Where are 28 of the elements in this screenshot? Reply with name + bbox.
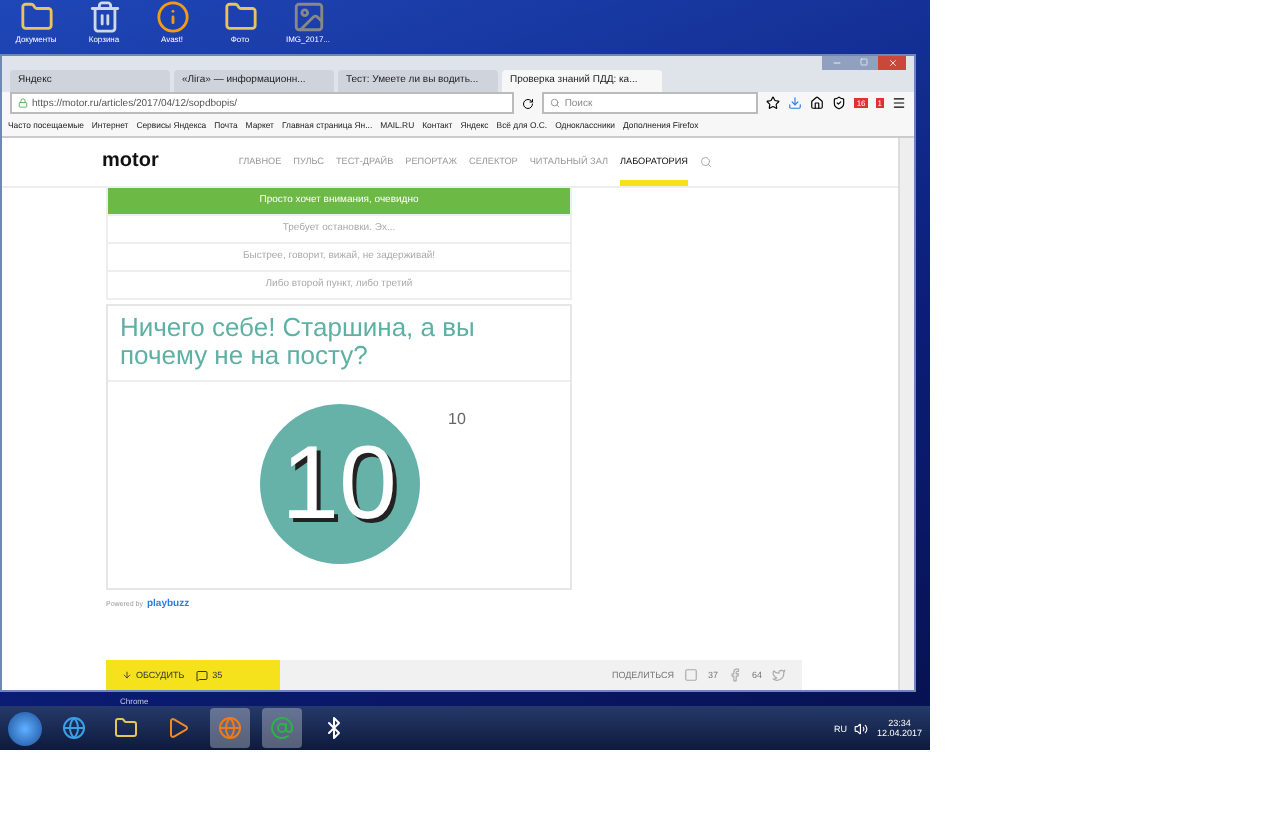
trash-icon[interactable] xyxy=(87,0,121,34)
star-icon[interactable] xyxy=(766,96,781,111)
bluetooth-icon xyxy=(322,716,346,740)
folder-icon[interactable] xyxy=(223,0,257,34)
info-icon[interactable] xyxy=(155,0,189,34)
minimize-icon xyxy=(831,57,841,68)
menu-icon[interactable] xyxy=(892,96,906,111)
reload-icon[interactable] xyxy=(522,97,535,110)
home-icon[interactable] xyxy=(810,96,825,111)
search-icon xyxy=(550,98,561,109)
scrollbar[interactable] xyxy=(898,137,914,690)
folder-icon xyxy=(114,716,138,740)
photo-icon[interactable] xyxy=(291,0,325,34)
lock-icon xyxy=(18,98,28,109)
countdown-circle: 10 xyxy=(259,404,419,565)
maximize-icon xyxy=(860,58,868,67)
download-icon[interactable] xyxy=(788,96,803,111)
volume-icon[interactable] xyxy=(854,721,869,735)
start-button[interactable] xyxy=(8,711,42,745)
arrow-down-icon xyxy=(122,670,132,680)
mail-icon xyxy=(270,716,294,740)
folder-icon[interactable] xyxy=(19,0,53,34)
comment-icon xyxy=(196,669,209,681)
close-button[interactable] xyxy=(878,55,906,70)
shield-icon[interactable] xyxy=(832,96,847,111)
question-title: Ничего себе! Старшина, а вы почему не на посту? xyxy=(108,305,570,382)
countdown-small: 10 xyxy=(448,409,466,428)
site-logo[interactable]: motor xyxy=(102,150,159,173)
